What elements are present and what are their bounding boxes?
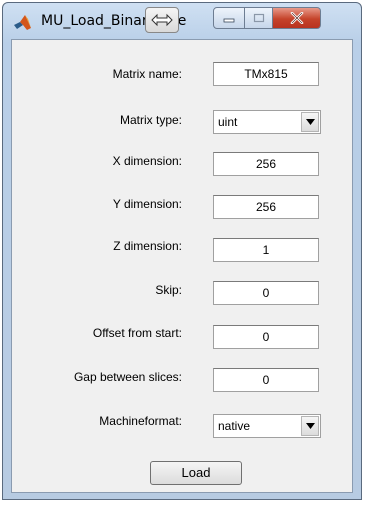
close-icon [290, 12, 303, 24]
window-controls [213, 7, 321, 29]
matrix-name-field[interactable]: TMx815 [213, 62, 319, 86]
matrix-type-select[interactable]: uint [213, 110, 321, 134]
x-dimension-label: X dimension: [112, 154, 182, 168]
chevron-down-icon[interactable] [301, 416, 319, 436]
app-window: MU_Load_Binary_File Matrix name: TMx815 … [2, 2, 362, 500]
matrix-type-value: uint [218, 115, 238, 129]
gap-between-slices-label: Gap between slices: [73, 370, 182, 384]
maximize-icon [253, 13, 264, 23]
x-dimension-field[interactable]: 256 [213, 152, 319, 176]
y-dimension-label: Y dimension: [112, 197, 182, 211]
dialog-body: Matrix name: TMx815 Matrix type: uint X … [11, 39, 353, 493]
minimize-icon [223, 18, 235, 23]
title-bar[interactable]: MU_Load_Binary_File [3, 3, 361, 39]
z-dimension-field[interactable]: 1 [213, 238, 319, 262]
offset-from-start-label: Offset from start: [92, 326, 182, 340]
chevron-down-icon[interactable] [301, 112, 319, 132]
offset-from-start-field[interactable]: 0 [213, 325, 319, 349]
z-dimension-label: Z dimension: [113, 239, 182, 253]
machineformat-label: Machineformat: [99, 414, 182, 428]
y-dimension-field[interactable]: 256 [213, 195, 319, 219]
minimize-button[interactable] [213, 7, 245, 29]
matrix-type-label: Matrix type: [119, 113, 182, 127]
matlab-logo-icon [14, 15, 31, 30]
skip-label: Skip: [155, 283, 182, 297]
matrix-name-label: Matrix name: [112, 67, 182, 81]
skip-field[interactable]: 0 [213, 281, 319, 305]
close-button[interactable] [273, 7, 321, 29]
maximize-button[interactable] [245, 7, 273, 29]
gap-between-slices-field[interactable]: 0 [213, 368, 319, 392]
machineformat-select[interactable]: native [213, 414, 321, 438]
move-cursor-icon [145, 7, 179, 33]
machineformat-value: native [218, 419, 251, 433]
load-button[interactable]: Load [150, 461, 242, 485]
